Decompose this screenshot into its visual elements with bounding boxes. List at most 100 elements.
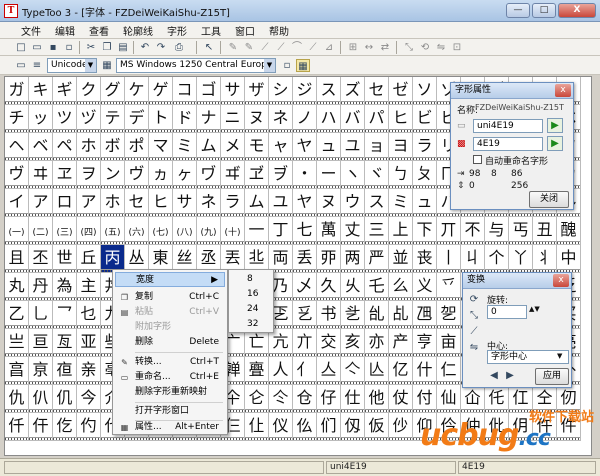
glyph-cell[interactable]: 乛 [53, 301, 77, 329]
glyph-cell[interactable]: チ [5, 105, 29, 133]
glyph-cell[interactable]: ジ [293, 77, 317, 105]
prev-icon[interactable]: ◀ [487, 369, 501, 382]
glyph-cell[interactable]: 丑 [533, 217, 557, 245]
glyph-cell[interactable]: ウ [341, 189, 365, 217]
glyph-cell[interactable]: ズ [341, 77, 365, 105]
ctx-width[interactable]: 宽度 ▶ [115, 272, 225, 287]
glyph-cell[interactable]: ヤ [293, 189, 317, 217]
pen-tool-icon[interactable]: ✎ [242, 41, 256, 54]
glyph-cell[interactable]: 书 [317, 301, 341, 329]
glyph-cell[interactable]: 丬 [533, 245, 557, 273]
glyph-cell[interactable]: シ [269, 77, 293, 105]
glyph-cell[interactable]: ニ [221, 105, 245, 133]
glyph-cell[interactable]: バ [341, 105, 365, 133]
glyph-cell[interactable]: イ [5, 189, 29, 217]
glyph-cell[interactable]: ザ [245, 77, 269, 105]
angle-field[interactable]: 0 [487, 305, 527, 319]
glyph-cell[interactable]: ヽ [341, 161, 365, 189]
glyph-cell[interactable]: 一 [245, 217, 269, 245]
glyph-cell[interactable]: 仠 [29, 413, 53, 441]
glyph-cell[interactable]: 仑 [245, 385, 269, 413]
glyph-cell[interactable]: 醜 [557, 217, 581, 245]
glyph-cell[interactable]: 乩 [389, 301, 413, 329]
next-icon[interactable]: ▶ [503, 369, 517, 382]
glyph-cell[interactable]: セ [365, 77, 389, 105]
glyph-cell[interactable]: ヌ [245, 105, 269, 133]
width-16[interactable]: 16 [231, 287, 271, 301]
glyph-cell[interactable]: 丣 [317, 245, 341, 273]
glyph-cell[interactable]: 仒 [269, 385, 293, 413]
glyph-cell[interactable]: 仫 [293, 413, 317, 441]
menu-file[interactable]: 文件 [14, 23, 48, 38]
glyph-cell[interactable]: ハ [317, 105, 341, 133]
glyph-cell[interactable]: コ [173, 77, 197, 105]
glyph-cell[interactable]: 仗 [389, 385, 413, 413]
glyph-cell[interactable]: セ [125, 189, 149, 217]
glyph-cell[interactable]: 亡 [245, 329, 269, 357]
glyph-cell[interactable]: 且 [5, 245, 29, 273]
glyph-cell[interactable]: ヵ [149, 161, 173, 189]
glyph-cell[interactable]: 七 [293, 217, 317, 245]
paste-icon[interactable]: ▤ [116, 41, 130, 54]
glyph-cell[interactable]: (二) [29, 217, 53, 245]
glyph-cell[interactable]: 严 [365, 245, 389, 273]
glyph-cell[interactable]: 亚 [77, 329, 101, 357]
glyph-cell[interactable]: 亦 [365, 329, 389, 357]
glyph-cell[interactable]: 並 [389, 245, 413, 273]
autorename-checkbox[interactable] [473, 155, 482, 164]
width-8[interactable]: 8 [231, 272, 271, 286]
ctx-delete[interactable]: 删除 Delete [115, 335, 225, 350]
glyph-cell[interactable]: 上 [389, 217, 413, 245]
glyph-cell[interactable]: グ [101, 77, 125, 105]
glyph-cell[interactable]: 亽 [341, 357, 365, 385]
glyph-cell[interactable]: ヤ [293, 133, 317, 161]
glyph-cell[interactable]: ユ [341, 133, 365, 161]
minimize-button[interactable]: — [506, 3, 530, 18]
glyph-cell[interactable]: ヒ [389, 105, 413, 133]
edit-tool-icon[interactable]: ✎ [226, 41, 240, 54]
glyph-cell[interactable]: 丐 [509, 217, 533, 245]
glyph-cell[interactable]: ボ [101, 133, 125, 161]
glyph-cell[interactable]: ョ [365, 133, 389, 161]
glyph-cell[interactable]: 乇 [365, 273, 389, 301]
glyph-cell[interactable]: 亾 [365, 357, 389, 385]
menu-window[interactable]: 窗口 [228, 23, 262, 38]
glyph-cell[interactable]: 丘 [77, 245, 101, 273]
cut-icon[interactable]: ✂ [84, 41, 98, 54]
glyph-cell[interactable]: 仩 [245, 413, 269, 441]
close-panel-button[interactable]: 关闭 [529, 191, 569, 208]
glyph-cell[interactable]: (六) [125, 217, 149, 245]
glyph-cell[interactable]: 仪 [269, 413, 293, 441]
glyph-cell[interactable]: 乧 [341, 301, 365, 329]
glyph-cell[interactable]: 仇 [5, 385, 29, 413]
glyph-cell[interactable]: ベ [29, 133, 53, 161]
codepage-icon[interactable]: ▦ [100, 59, 114, 72]
glyph-cell[interactable]: (五) [101, 217, 125, 245]
glyph-cell[interactable]: 他 [365, 385, 389, 413]
glyph-cell[interactable]: ミ [389, 189, 413, 217]
glyph-cell[interactable]: ッ [29, 105, 53, 133]
view-mode-icon[interactable]: ▫ [280, 59, 294, 72]
menu-glyph[interactable]: 字形 [160, 23, 194, 38]
point-tool-icon[interactable]: ⟋ [274, 41, 288, 54]
glyph-cell[interactable]: ュ [413, 189, 437, 217]
skew-mode-icon[interactable]: ⟋ [467, 325, 481, 338]
glyph-cell[interactable]: 丈 [341, 217, 365, 245]
ctx-paste[interactable]: ▤ 粘贴 Ctrl+V [115, 305, 225, 320]
select-tool-icon[interactable]: ↖ [202, 41, 216, 54]
glyph-cell[interactable]: (三) [53, 217, 77, 245]
glyph-cell[interactable]: ガ [5, 77, 29, 105]
glyph-cell[interactable]: 们 [317, 413, 341, 441]
glyph-cell[interactable]: 亿 [389, 357, 413, 385]
ctx-transform[interactable]: ✎ 转换... Ctrl+T [115, 355, 225, 370]
glyph-cell[interactable]: 仔 [317, 385, 341, 413]
glyph-cell[interactable]: ケ [125, 77, 149, 105]
glyph-cell[interactable]: 交 [317, 329, 341, 357]
angle-spinner-icon[interactable]: ▲▼ [529, 305, 540, 313]
glyph-cell[interactable]: 产 [389, 329, 413, 357]
glyph-cell[interactable]: 丕 [29, 245, 53, 273]
glyph-cell[interactable]: 乄 [293, 273, 317, 301]
glyph-cell[interactable]: (十) [221, 217, 245, 245]
knife-tool-icon[interactable]: ⟋ [258, 41, 272, 54]
glyph-cell[interactable]: 下 [413, 217, 437, 245]
